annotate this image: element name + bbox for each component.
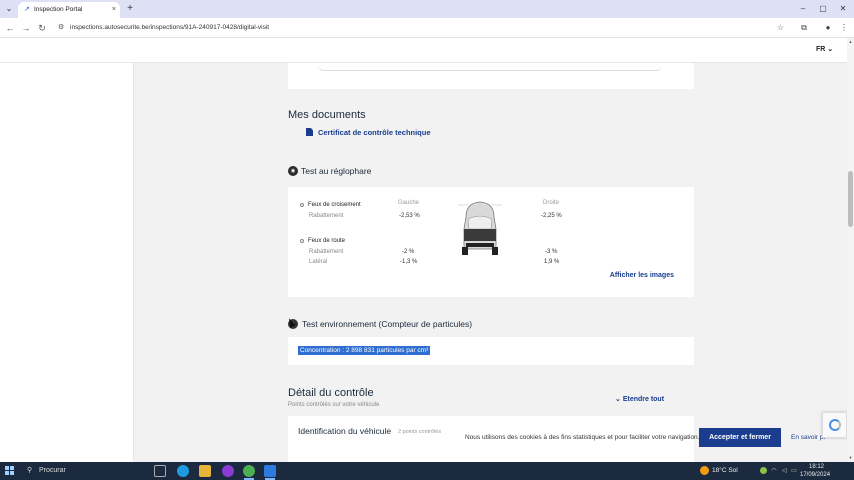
documents-title: Mes documents [288,109,366,121]
document-icon [306,128,313,136]
high-beam-right-vertical: -3 % [545,249,558,255]
scroll-down-icon[interactable]: ▼ [847,454,854,462]
windows-start-icon[interactable] [5,466,15,476]
tab-strip: ⌄ ↗ Inspection Portal × + – ▢ ✕ [0,0,854,18]
detail-title: Détail du contrôle [288,387,374,399]
new-tab-button[interactable]: + [124,3,136,15]
col-left-header: Gauche [398,200,420,206]
tray-app-icon[interactable] [760,467,767,474]
high-beam-bullet-icon [300,239,304,243]
language-label: FR [816,46,826,53]
favicon-icon: ↗ [24,6,30,13]
back-arrow-icon[interactable]: ← [4,22,16,34]
certificate-link-label: Certificat de contrôle technique [318,128,431,137]
address-bar[interactable]: ⚙ inspections.autosecurite.be/inspection… [52,21,792,35]
learn-more-link[interactable]: En savoir pl [791,433,825,442]
network-icon[interactable]: ◠ [770,467,778,475]
high-beam-left-vertical: -2 % [402,249,415,255]
taskbar: ⚲ Procurar 18°C Sol ◠ ◁ ▭ 18:12 17/09/20… [0,462,854,480]
high-beam-label: Feux de route [308,238,346,244]
page-scrollbar[interactable]: ▲ ▼ [847,38,854,462]
menu-dots-icon[interactable]: ⋮ [838,22,850,34]
app-blue-icon[interactable] [264,465,276,477]
particle-test-card: Concentration : 2 898 831 particules par… [288,337,694,365]
browser-toolbar: ← → ↻ ⚙ inspections.autosecurite.be/insp… [0,18,854,38]
low-beam-bullet-icon [300,203,304,207]
show-images-link[interactable]: Afficher les images [610,271,674,281]
profile-icon[interactable]: ● [822,22,834,34]
battery-icon[interactable]: ▭ [790,467,798,475]
language-selector[interactable]: FR ⌄ [816,45,833,55]
high-beam-sub-vertical: Rabattement [309,249,344,255]
bookmark-star-icon[interactable]: ☆ [777,23,784,33]
row-meta: 2 points contrôlés [398,429,442,435]
row-title: Identification du véhicule [298,426,392,436]
weather-sun-icon[interactable] [700,466,709,475]
site-info-icon[interactable]: ⚙ [58,23,64,33]
headlight-test-title: Test au réglophare [301,166,372,176]
minimize-button[interactable]: – [796,3,810,15]
expand-all-button[interactable]: ⌄ Etendre tout [615,395,664,405]
reload-icon[interactable]: ↻ [36,22,48,34]
volume-icon[interactable]: ◁ [780,467,788,475]
file-explorer-icon[interactable] [199,465,211,477]
taskbar-search[interactable]: ⚲ Procurar [24,464,142,478]
previous-card [288,63,694,89]
concentration-value[interactable]: Concentration : 2 898 831 particules par… [298,346,431,355]
cookie-message: Nous utilisons des cookies à des fins st… [465,434,700,441]
page-header: FR ⌄ [0,38,847,63]
chrome-icon[interactable] [243,465,255,477]
tab-inspection-portal[interactable]: ↗ Inspection Portal × [18,2,120,18]
extensions-icon[interactable]: ⧉ [798,22,810,34]
card-divider [318,65,662,71]
task-view-icon[interactable] [154,465,166,477]
low-beam-right-value: -2,25 % [541,213,562,219]
high-beam-right-lateral: 1,9 % [544,259,560,265]
low-beam-label: Feux de croisement [308,202,361,208]
low-beam-left-value: -2,53 % [399,213,420,219]
chevron-down-icon: ⌄ [615,396,623,403]
weather-text[interactable]: 18°C Sol [712,466,738,475]
chevron-down-icon: ⌄ [827,46,834,53]
headlight-test-card: Gauche Droite Feux de croisement Rabatte… [288,187,694,297]
tab-title: Inspection Portal [34,6,83,13]
page-sidebar [0,38,134,462]
high-beam-sub-lateral: Latéral [309,259,328,265]
forward-arrow-icon[interactable]: → [20,22,32,34]
tab-close-icon[interactable]: × [112,5,116,15]
close-window-button[interactable]: ✕ [836,3,850,15]
detail-subtitle: Points contrôlés sur votre véhicule [288,402,380,408]
search-icon: ⚲ [27,467,33,474]
recaptcha-badge[interactable] [822,412,847,438]
scroll-up-icon[interactable]: ▲ [847,38,854,46]
high-beam-left-lateral: -1,3 % [400,259,418,265]
low-beam-sub: Rabattement [309,213,344,219]
maximize-button[interactable]: ▢ [816,3,830,15]
col-right-header: Droite [543,200,560,206]
car-illustration [458,201,502,255]
page-content: FR ⌄ Mes documents Certificat de contrôl… [0,38,847,462]
expand-all-label: Etendre tout [622,396,665,403]
url-text[interactable]: inspections.autosecurite.be/inspections/… [70,23,269,33]
headlight-test-icon: ◉ [288,166,298,176]
certificate-link[interactable]: Certificat de contrôle technique [306,128,431,138]
clock-date[interactable]: 17/09/2024 [800,471,830,479]
particle-test-title: Test environnement (Compteur de particul… [302,319,473,329]
search-placeholder: Procurar [39,467,66,474]
scroll-thumb[interactable] [848,171,853,227]
tab-search-icon[interactable]: ⌄ [3,3,15,15]
recaptcha-icon [829,419,841,431]
app-purple-icon[interactable] [222,465,234,477]
accept-cookies-button[interactable]: Accepter et fermer [699,428,781,447]
clock-time[interactable]: 18:12 [802,463,824,471]
edge-icon[interactable] [177,465,189,477]
